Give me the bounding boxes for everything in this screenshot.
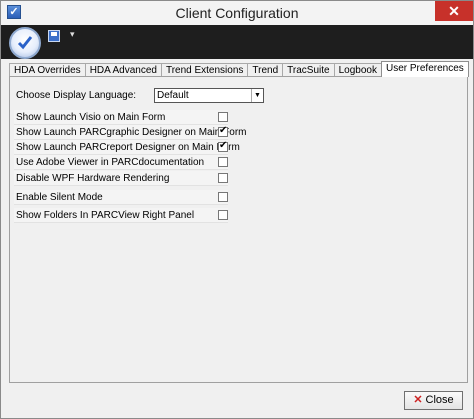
close-button-label: Close <box>425 394 454 406</box>
option-label: Show Folders In PARCView Right Panel <box>16 210 195 221</box>
option-show-folders-right-panel: Show Folders In PARCView Right Panel <box>14 208 228 223</box>
tab-hda-advanced[interactable]: HDA Advanced <box>84 63 162 77</box>
display-language-label: Choose Display Language: <box>16 90 137 101</box>
option-disable-wpf-rendering: Disable WPF Hardware Rendering <box>14 171 228 186</box>
close-icon: ✕ <box>413 394 423 406</box>
tab-logbook[interactable]: Logbook <box>333 63 382 77</box>
option-label: Use Adobe Viewer in PARCdocumentation <box>16 157 205 168</box>
checkmark-icon <box>17 36 33 50</box>
option-use-adobe-viewer: Use Adobe Viewer in PARCdocumentation <box>14 155 228 170</box>
option-show-launch-parcgraphic: Show Launch PARCgraphic Designer on Main… <box>14 125 246 140</box>
option-checkbox[interactable] <box>218 157 228 167</box>
chevron-down-icon[interactable]: ▼ <box>251 89 263 102</box>
user-preferences-panel: Choose Display Language: Default ▼ Show … <box>9 76 468 383</box>
quick-access-dropdown-icon[interactable]: ▾ <box>70 29 75 40</box>
display-language-select[interactable]: Default ▼ <box>154 88 264 103</box>
window-title: Client Configuration <box>175 5 299 21</box>
option-show-launch-parcreport: Show Launch PARCreport Designer on Main … <box>14 140 240 155</box>
option-label: Show Launch Visio on Main Form <box>16 112 166 123</box>
tab-tracsuite[interactable]: TracSuite <box>282 63 335 77</box>
option-label: Show Launch PARCgraphic Designer on Main… <box>16 127 247 138</box>
save-icon[interactable] <box>48 30 60 42</box>
tab-strip: HDA Overrides HDA Advanced Trend Extensi… <box>9 61 469 77</box>
tab-trend[interactable]: Trend <box>247 63 284 77</box>
title-bar: ✓ Client Configuration ✕ <box>1 1 473 25</box>
option-show-launch-visio: Show Launch Visio on Main Form <box>14 110 228 125</box>
option-checkbox[interactable] <box>218 125 228 137</box>
option-label: Disable WPF Hardware Rendering <box>16 173 170 184</box>
application-orb-button[interactable] <box>9 27 41 59</box>
option-enable-silent-mode: Enable Silent Mode <box>14 190 228 205</box>
option-label: Show Launch PARCreport Designer on Main … <box>16 142 240 153</box>
tab-trend-extensions[interactable]: Trend Extensions <box>160 63 249 77</box>
close-button[interactable]: ✕ Close <box>404 391 463 410</box>
option-checkbox[interactable] <box>218 112 228 122</box>
option-label: Enable Silent Mode <box>16 192 103 203</box>
tab-user-preferences[interactable]: User Preferences <box>380 61 469 77</box>
option-checkbox[interactable] <box>218 173 228 183</box>
window-close-button[interactable]: ✕ <box>435 1 473 21</box>
tab-hda-overrides[interactable]: HDA Overrides <box>9 63 86 77</box>
option-checkbox[interactable] <box>218 140 228 152</box>
option-checkbox[interactable] <box>218 192 228 202</box>
ribbon-bar: ▾ <box>1 25 473 59</box>
option-checkbox[interactable] <box>218 210 228 220</box>
client-configuration-window: ✓ Client Configuration ✕ ▾ HDA Overrides… <box>0 0 474 419</box>
display-language-value: Default <box>157 90 189 101</box>
